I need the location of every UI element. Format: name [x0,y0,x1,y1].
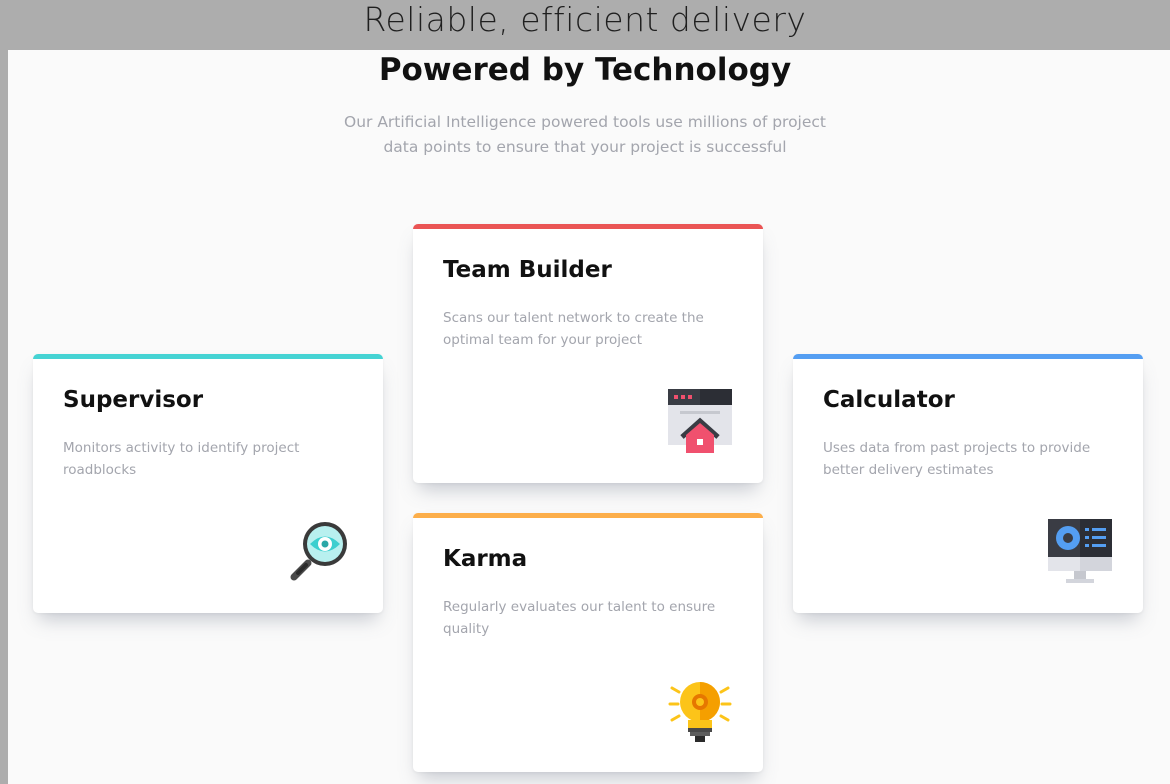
page-description-line-1: Our Artificial Intelligence powered tool… [344,113,826,131]
card-title: Karma [443,546,528,572]
page-description-line-2: data points to ensure that your project … [383,138,787,156]
page-tagline: Reliable, efficient delivery [363,0,807,39]
card-text: Uses data from past projects to provide … [823,440,1091,478]
card-text: Monitors activity to identify project ro… [63,440,300,478]
card-calculator: Calculator Uses data from past projects … [793,354,1143,613]
lightbulb-icon [668,678,732,742]
card-title: Supervisor [63,387,204,413]
card-supervisor: Supervisor Monitors activity to identify… [33,354,383,613]
magnifier-eye-icon [288,519,352,583]
page-description: Our Artificial Intelligence powered tool… [335,110,835,160]
card-title: Team Builder [443,257,612,283]
card-text: Regularly evaluates our talent to ensure… [443,599,716,637]
card-karma: Karma Regularly evaluates our talent to … [413,513,763,772]
monitor-chart-icon [1048,519,1112,583]
browser-house-icon [668,389,732,453]
card-title: Calculator [823,387,955,413]
card-team-builder: Team Builder Scans our talent network to… [413,224,763,483]
page-title: Powered by Technology [378,52,792,88]
card-text: Scans our talent network to create the o… [443,310,704,348]
